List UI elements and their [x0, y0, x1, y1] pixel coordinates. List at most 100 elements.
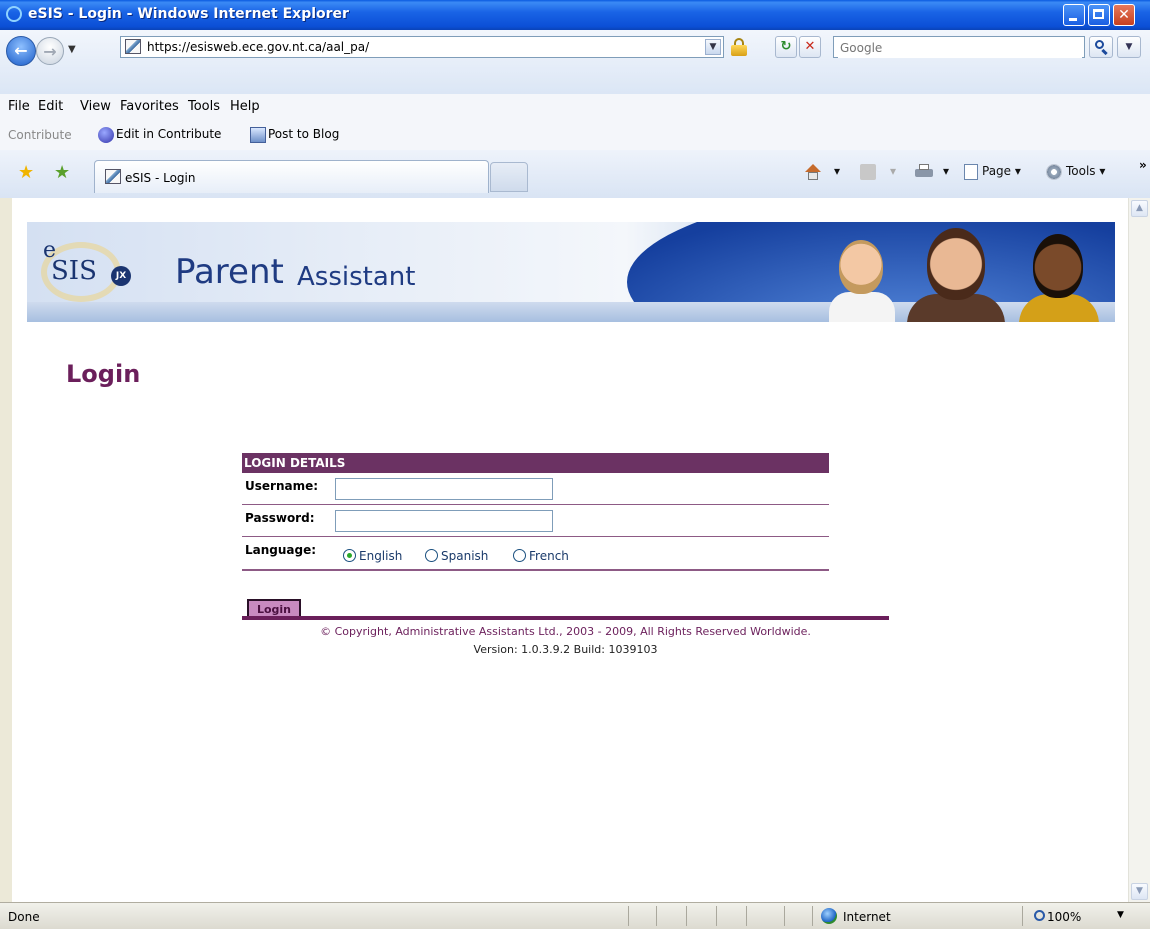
minimize-button[interactable] — [1063, 4, 1085, 26]
language-label: Language: — [245, 543, 317, 557]
zoom-icon — [1034, 910, 1045, 921]
new-tab-button[interactable] — [490, 162, 528, 192]
status-bar: Done Internet 100% ▼ — [0, 902, 1150, 929]
contribute-icon — [98, 127, 114, 143]
status-divider — [1022, 906, 1023, 926]
edit-in-contribute-button[interactable]: Edit in Contribute — [116, 127, 221, 141]
language-option-spanish[interactable]: Spanish — [441, 549, 488, 563]
tab-favicon-icon — [105, 169, 121, 184]
menu-file[interactable]: File — [8, 99, 30, 114]
forward-arrow-icon: → — [43, 42, 57, 61]
login-details-header: LOGIN DETAILS — [242, 453, 829, 473]
search-input[interactable] — [838, 38, 1082, 58]
more-commands-chevron-icon[interactable]: » — [1139, 158, 1147, 172]
language-option-french[interactable]: French — [529, 549, 569, 563]
status-divider — [628, 906, 629, 926]
vertical-scrollbar[interactable]: ▲ ▼ — [1128, 198, 1150, 902]
page-menu-button[interactable]: Page ▾ — [982, 164, 1021, 178]
home-dropdown-icon[interactable]: ▾ — [834, 164, 840, 178]
forward-button[interactable]: → — [36, 37, 64, 65]
print-dropdown-icon[interactable]: ▾ — [943, 164, 949, 178]
minimize-icon — [1064, 5, 1084, 25]
back-arrow-icon: ← — [14, 41, 28, 60]
language-radio-french[interactable] — [513, 549, 526, 562]
scroll-down-button[interactable]: ▼ — [1131, 883, 1148, 900]
contribute-toolbar: Contribute Edit in Contribute Post to Bl… — [0, 120, 1150, 151]
status-divider — [656, 906, 657, 926]
logo-badge: JX — [111, 266, 131, 286]
status-divider — [746, 906, 747, 926]
home-icon[interactable] — [804, 164, 822, 180]
zoom-level[interactable]: 100% — [1047, 910, 1081, 924]
chevron-up-icon: ▲ — [1136, 203, 1143, 213]
username-row: Username: — [242, 473, 829, 505]
student-photo-body — [829, 292, 895, 322]
tools-gear-icon — [1046, 164, 1062, 180]
tools-menu-label: Tools — [1066, 164, 1096, 178]
page-icon — [964, 164, 978, 180]
close-window-button[interactable]: ✕ — [1113, 4, 1135, 26]
chevron-down-icon: ▼ — [1125, 42, 1133, 52]
menu-tools[interactable]: Tools — [188, 99, 220, 114]
menu-view[interactable]: View — [80, 99, 111, 114]
username-label: Username: — [245, 479, 319, 493]
page-viewport: e SIS JX Parent Assistant Login LOGIN DE… — [0, 198, 1150, 902]
internet-explorer-icon — [6, 6, 22, 22]
student-photo — [1033, 234, 1083, 298]
header-banner: e SIS JX Parent Assistant — [27, 222, 1115, 322]
footer-divider — [242, 616, 889, 620]
language-radio-english[interactable] — [343, 549, 356, 562]
recent-pages-dropdown-icon[interactable]: ▼ — [68, 44, 76, 55]
language-option-english[interactable]: English — [359, 549, 402, 563]
maximize-icon — [1089, 5, 1109, 25]
student-photo — [927, 228, 985, 300]
feeds-icon[interactable] — [860, 164, 876, 180]
search-button[interactable] — [1089, 36, 1113, 58]
post-to-blog-button[interactable]: Post to Blog — [268, 127, 339, 141]
security-lock-icon[interactable] — [730, 38, 748, 56]
student-photo — [839, 240, 883, 294]
address-dropdown-icon[interactable]: ▼ — [705, 39, 721, 55]
language-radio-spanish[interactable] — [425, 549, 438, 562]
contribute-label: Contribute — [8, 128, 72, 142]
feeds-dropdown-icon[interactable]: ▾ — [890, 164, 896, 178]
menu-bar: File Edit View Favorites Tools Help — [0, 94, 1150, 120]
username-input[interactable] — [335, 478, 553, 500]
blog-icon — [250, 127, 266, 143]
window-title: eSIS - Login - Windows Internet Explorer — [28, 6, 349, 22]
copyright-text: © Copyright, Administrative Assistants L… — [320, 625, 811, 638]
print-icon[interactable] — [915, 164, 933, 180]
refresh-icon: ↻ — [780, 39, 792, 54]
password-input[interactable] — [335, 510, 553, 532]
tools-menu-button[interactable]: Tools ▾ — [1066, 164, 1105, 178]
tab-bar: ★ ★ eSIS - Login ▾ ▾ ▾ Page ▾ Tools ▾ » — [0, 150, 1150, 199]
menu-help[interactable]: Help — [230, 99, 260, 114]
search-options-dropdown[interactable]: ▼ — [1117, 36, 1141, 58]
zoom-dropdown-icon[interactable]: ▼ — [1117, 910, 1124, 920]
internet-zone-globe-icon — [821, 908, 837, 924]
stop-button[interactable]: ✕ — [799, 36, 821, 58]
status-divider — [784, 906, 785, 926]
menu-favorites[interactable]: Favorites — [120, 99, 179, 114]
address-url[interactable]: https://esisweb.ece.gov.nt.ca/aal_pa/ — [147, 40, 369, 54]
navigation-bar: ← → ▼ https://esisweb.ece.gov.nt.ca/aal_… — [0, 30, 1150, 94]
app-name-sub: Assistant — [297, 262, 416, 292]
window-title-bar[interactable]: eSIS - Login - Windows Internet Explorer… — [0, 0, 1150, 30]
status-divider — [716, 906, 717, 926]
back-button[interactable]: ← — [6, 36, 36, 66]
menu-edit[interactable]: Edit — [38, 99, 63, 114]
maximize-button[interactable] — [1088, 4, 1110, 26]
security-zone-label[interactable]: Internet — [843, 910, 891, 924]
version-text: Version: 1.0.3.9.2 Build: 1039103 — [473, 643, 658, 656]
search-box[interactable] — [833, 36, 1085, 58]
page-menu-label: Page — [982, 164, 1012, 178]
logo-text: SIS — [51, 256, 97, 286]
address-bar[interactable]: https://esisweb.ece.gov.nt.ca/aal_pa/ ▼ — [120, 36, 724, 58]
favorites-center-star-icon[interactable]: ★ — [18, 164, 34, 182]
refresh-button[interactable]: ↻ — [775, 36, 797, 58]
add-to-favorites-icon[interactable]: ★ — [54, 164, 70, 182]
page-favicon-icon — [125, 39, 141, 54]
stop-icon: ✕ — [804, 39, 816, 54]
scroll-up-button[interactable]: ▲ — [1131, 200, 1148, 217]
tab-esis-login[interactable]: eSIS - Login — [94, 160, 489, 193]
